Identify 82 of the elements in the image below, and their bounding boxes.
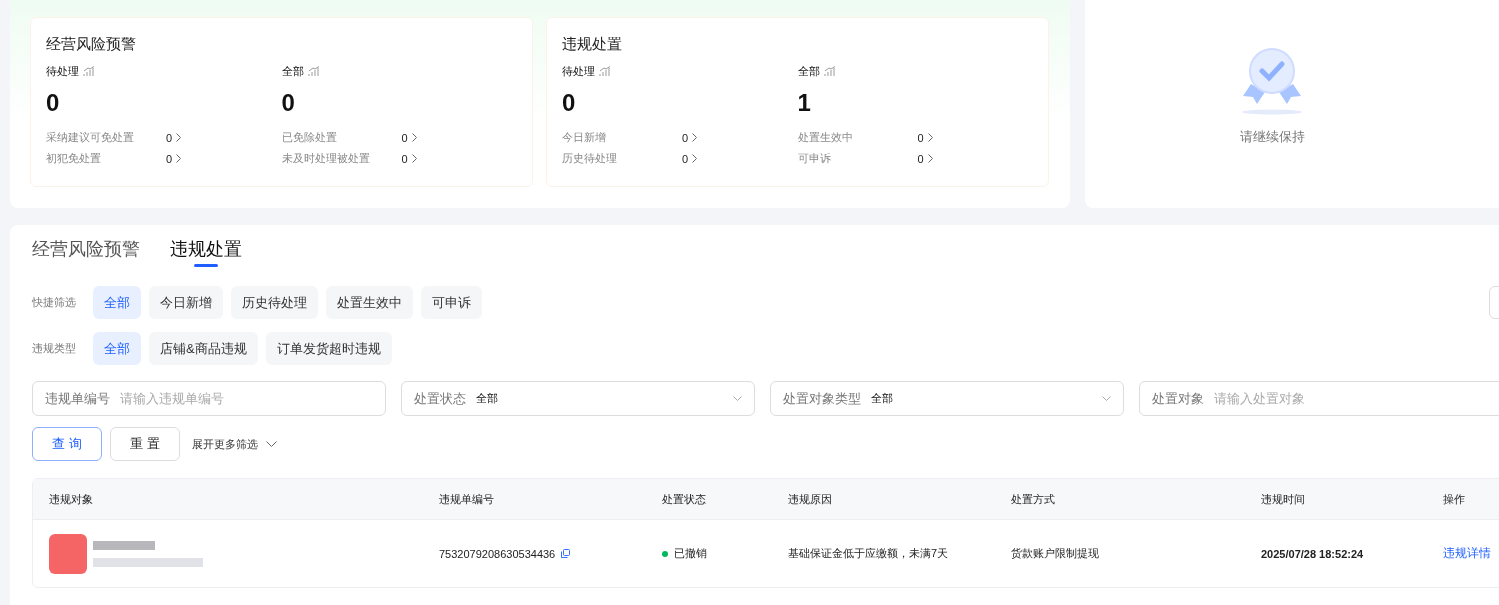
field-label: 处置对象类型: [782, 389, 861, 408]
metric-value: 0: [281, 89, 296, 117]
metric-value: 0: [46, 89, 61, 117]
detail-label: 采纳建议可免处置: [46, 130, 135, 145]
table-cell: 货款账户限制提现: [1011, 546, 1099, 561]
detail-count[interactable]: 0: [917, 131, 924, 144]
medal-icon: [1241, 46, 1303, 116]
metric-value: 1: [797, 89, 812, 117]
select-field[interactable]: 处置对象类型 全部: [769, 381, 1124, 416]
select-value: 全部: [870, 391, 894, 406]
field-label: 处置状态: [413, 389, 466, 408]
detail-label: 今日新增: [562, 130, 607, 145]
select-value: 全部: [475, 391, 499, 406]
bar-chart-icon: [599, 66, 611, 77]
metric-label: 待处理: [46, 64, 79, 79]
copy-icon[interactable]: [561, 549, 571, 558]
column-header: 违规原因: [787, 491, 833, 507]
column-header: 违规对象: [48, 491, 94, 507]
details-link[interactable]: 违规详情: [1443, 545, 1491, 562]
chevron-right-icon[interactable]: [927, 154, 933, 163]
detail-count[interactable]: 0: [401, 152, 408, 165]
filter-chip[interactable]: 可申诉: [421, 286, 482, 319]
select-field[interactable]: 处置状态 全部: [400, 381, 755, 416]
table-cell: 7532079208630534436: [439, 547, 556, 560]
filter-label: 快捷筛选: [32, 295, 77, 310]
status-text: 已撤销: [674, 546, 707, 561]
table-cell: 基础保证金低于应缴额，未满7天: [788, 546, 949, 561]
column-header: 违规单编号: [438, 491, 495, 507]
detail-label: 已免除处置: [281, 130, 338, 145]
column-header: 处置方式: [1010, 491, 1056, 507]
bar-chart-icon: [307, 66, 320, 77]
expand-filters-link[interactable]: 展开更多筛选: [192, 436, 258, 452]
chevron-right-icon[interactable]: [692, 154, 698, 163]
detail-label: 可申诉: [797, 151, 832, 166]
field-label: 处置对象: [1151, 389, 1204, 408]
filter-field[interactable]: 处置对象 请输入处置对象: [1138, 381, 1499, 416]
status-message: 请继续保持: [1239, 128, 1305, 146]
detail-label: 初犯免处置: [46, 151, 102, 166]
filter-chip[interactable]: 订单发货超时违规: [265, 332, 392, 365]
chevron-right-icon[interactable]: [411, 133, 417, 142]
column-header: 操作: [1442, 491, 1466, 507]
detail-label: 历史待处理: [562, 151, 618, 166]
metric-label: 全部: [281, 64, 304, 79]
table-cell: 2025/07/28 18:52:24: [1261, 547, 1364, 560]
filter-chip[interactable]: 店铺&商品违规: [149, 332, 258, 365]
metric-value: 0: [562, 89, 577, 117]
chevron-right-icon[interactable]: [411, 154, 417, 163]
blurred-name: [93, 540, 155, 550]
bar-chart-icon: [83, 66, 95, 77]
filter-chip[interactable]: 今日新增: [149, 286, 223, 319]
chevron-right-icon[interactable]: [176, 133, 182, 142]
detail-count[interactable]: 0: [401, 131, 408, 144]
tab[interactable]: 经营风险预警: [32, 237, 140, 267]
bar-chart-icon: [823, 66, 836, 77]
filter-chip[interactable]: 全部: [93, 332, 141, 365]
detail-count[interactable]: 0: [682, 131, 689, 144]
search-button[interactable]: 查 询: [32, 427, 102, 461]
column-header: 处置状态: [661, 491, 707, 507]
detail-count[interactable]: 0: [917, 152, 924, 165]
detail-count[interactable]: 0: [166, 152, 173, 165]
chevron-right-icon[interactable]: [692, 133, 698, 142]
filter-chip[interactable]: 全部: [93, 286, 141, 319]
column-header: 违规时间: [1260, 491, 1306, 507]
detail-label: 未及时处理被处置: [281, 151, 371, 166]
detail-count[interactable]: 0: [682, 152, 689, 165]
chevron-right-icon[interactable]: [176, 154, 182, 163]
metric-label: 全部: [797, 64, 820, 79]
filter-label: 违规类型: [32, 341, 77, 356]
metric-label: 待处理: [562, 64, 595, 79]
reset-button[interactable]: 重 置: [110, 427, 180, 461]
chevron-right-icon[interactable]: [927, 133, 933, 142]
filter-field[interactable]: 违规单编号 请输入违规单编号: [32, 381, 386, 416]
detail-label: 处置生效中: [797, 130, 854, 145]
card-title: 违规处置: [562, 35, 623, 54]
blurred-avatar: [49, 533, 87, 574]
field-label: 违规单编号: [45, 389, 110, 408]
detail-count[interactable]: 0: [166, 131, 173, 144]
card-title: 经营风险预警: [46, 35, 137, 54]
chevron-down-icon[interactable]: [266, 440, 277, 448]
tab[interactable]: 违规处置: [170, 237, 242, 267]
filter-chip[interactable]: 处置生效中: [326, 286, 413, 319]
filter-chip[interactable]: 历史待处理: [231, 286, 318, 319]
